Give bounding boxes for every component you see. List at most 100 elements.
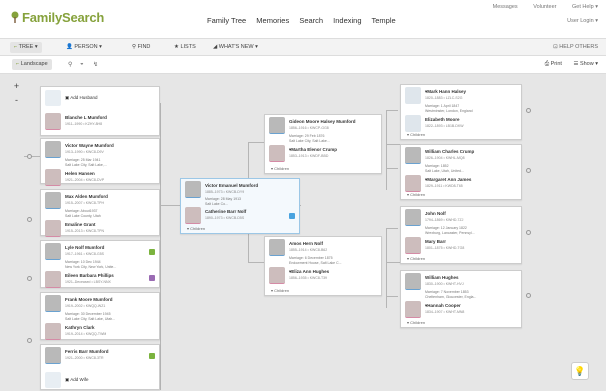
person-name: Victor Wayne Mumford	[65, 143, 114, 148]
person-emaline[interactable]: Emaline Grant 1915–2013 • KWC8-TPN	[41, 218, 159, 240]
nav-temple[interactable]: Temple	[371, 16, 395, 25]
male-avatar-icon	[45, 243, 61, 260]
children-toggle[interactable]: ▾ Children	[407, 320, 425, 325]
male-avatar-icon	[45, 192, 61, 209]
male-avatar-icon	[269, 117, 285, 134]
print-button[interactable]: ⎙ Print	[545, 61, 562, 67]
nav-family-tree[interactable]: Family Tree	[207, 16, 246, 25]
person-kathryn[interactable]: Kathryn Clark 1919–2014 • KWQQ-TWM	[41, 321, 159, 343]
person-hannah[interactable]: ▾Hannah Cooper 1834–1907 • KWHT-MN8	[401, 299, 521, 321]
person-name: ▾Mark Hann Halsey	[425, 89, 466, 95]
person-name: Helen Hansen	[65, 171, 95, 176]
descendancy-icon[interactable]: ◒	[80, 61, 84, 67]
tree-menu-button[interactable]: ⌐ TREE ▾	[10, 42, 42, 53]
person-dates: 1834–1907 • KWHT-MN8	[425, 310, 465, 314]
focus-family-card: Victor Emanuel Mumford 1885–1973 • KWCB-…	[180, 178, 300, 234]
person-ferris[interactable]: Ferris Barr Mumford 1921–2000 • KWC8-3TR	[41, 345, 159, 367]
lists-button[interactable]: ★ LISTS	[174, 44, 196, 50]
nav-memories[interactable]: Memories	[256, 16, 289, 25]
family-card: Victor Wayne Mumford 1913–1990 • KWC8-D9…	[40, 138, 160, 186]
children-label: Children	[410, 320, 426, 325]
person-name-text: Eliza Ann Hughes	[291, 269, 330, 274]
top-header: FamilySearch Family Tree Memories Search…	[0, 0, 606, 38]
record-hint-icon[interactable]	[149, 249, 155, 255]
nav-indexing[interactable]: Indexing	[333, 16, 361, 25]
children-label: Children	[410, 192, 426, 197]
expand-dot[interactable]	[27, 154, 32, 159]
portrait-icon[interactable]: ↯	[93, 61, 98, 68]
children-toggle[interactable]: ▾ Children	[407, 192, 425, 197]
person-martha[interactable]: ▾Martha Elenor Crump 1853–1913 • KWDF-BB…	[265, 143, 381, 165]
children-toggle[interactable]: ▾ Children	[187, 226, 205, 231]
user-login-link[interactable]: User Login ▾	[479, 18, 598, 24]
add-wife-row[interactable]: ▣ Add Wife	[41, 369, 159, 391]
temple-icon[interactable]	[289, 213, 295, 219]
add-husband-link[interactable]: ▣ Add Husband	[65, 95, 98, 101]
female-avatar-icon	[45, 323, 61, 340]
male-avatar-icon	[269, 239, 285, 256]
person-name: Emaline Grant	[65, 222, 96, 227]
female-avatar-icon	[45, 271, 61, 288]
person-mary[interactable]: Mary Barr 1801–1875 • KWHD-TG8	[401, 235, 521, 257]
person-name: Catherine Barr Nolf	[205, 209, 247, 214]
expand-dot[interactable]	[526, 293, 531, 298]
zoom-in-button[interactable]: +	[12, 82, 21, 91]
connector-line	[248, 262, 264, 263]
show-button[interactable]: ☰ Show ▾	[573, 61, 598, 67]
person-dates: 1913–1990 • KWC8-D9V	[65, 150, 104, 154]
add-husband-row[interactable]: ▣ Add Husband	[41, 87, 159, 109]
person-name-text: Hannah Cooper	[427, 303, 461, 308]
family-card: Max Alden Mumford 1915–2007 • KWC8-TPH M…	[40, 189, 160, 237]
utility-nav: Messages Volunteer Get Help ▾ User Login…	[479, 4, 598, 24]
whats-new-button[interactable]: ◢ WHAT'S NEW ▾	[213, 44, 258, 50]
person-helen[interactable]: Helen Hansen 1921–2004 • KWC8-DVP	[41, 167, 159, 189]
expand-dot[interactable]	[27, 276, 32, 281]
person-menu-button[interactable]: 👤 PERSON ▾	[66, 44, 102, 50]
expand-dot[interactable]	[526, 108, 531, 113]
add-husband-label: Add Husband	[70, 95, 98, 100]
children-toggle[interactable]: ▾ Children	[407, 256, 425, 261]
messages-link[interactable]: Messages	[493, 4, 518, 10]
get-help-link[interactable]: Get Help ▾	[572, 4, 598, 10]
print-show-controls: ⎙ Print ☰ Show ▾	[545, 61, 598, 68]
children-toggle[interactable]: ▾ Children	[271, 166, 289, 171]
person-name: Amos Hern Nolf	[289, 241, 324, 246]
find-button[interactable]: ⚲ FIND	[132, 44, 150, 50]
chevron-down-icon: ▾	[407, 320, 410, 325]
expand-dot[interactable]	[526, 168, 531, 173]
expand-dot[interactable]	[526, 230, 531, 235]
expand-dot[interactable]	[27, 217, 32, 222]
nav-search[interactable]: Search	[299, 16, 323, 25]
person-blanche[interactable]: Blanche L Mumford 1911–1990 • KZHY-8H8	[41, 111, 159, 133]
fan-chart-icon[interactable]: ⚲	[68, 61, 72, 68]
person-name: Eileen Barbara Phillips	[65, 273, 114, 278]
person-name: William Hughes	[425, 275, 459, 280]
lists-label: LISTS	[180, 44, 196, 50]
add-wife-link[interactable]: ▣ Add Wife	[65, 377, 89, 383]
male-avatar-icon	[45, 347, 61, 364]
volunteer-link[interactable]: Volunteer	[533, 4, 556, 10]
person-dates: 1911–1990 • KZHY-8H8	[65, 122, 103, 126]
children-toggle[interactable]: ▾ Children	[271, 288, 289, 293]
chevron-down-icon: ▾	[187, 226, 190, 231]
children-toggle[interactable]: ▾ Children	[407, 132, 425, 137]
help-others-button[interactable]: ⊡ HELP OTHERS	[553, 44, 598, 50]
record-hint-icon[interactable]	[149, 353, 155, 359]
lightbulb-icon[interactable]: 💡	[571, 362, 589, 380]
person-eliza[interactable]: ▾Eliza Ann Hughes 1856–1935 • KWC8-T39	[265, 265, 381, 287]
megaphone-icon: ◢	[213, 44, 218, 50]
female-avatar-icon	[45, 220, 61, 237]
person-catherine[interactable]: Catherine Barr Nolf 1890–1973 • KWCB-D5S	[181, 205, 299, 227]
find-label: FIND	[137, 44, 151, 50]
zoom-out-button[interactable]: -	[12, 96, 21, 105]
research-suggestion-icon[interactable]	[149, 275, 155, 281]
main-nav: Family Tree Memories Search Indexing Tem…	[207, 16, 404, 25]
familysearch-logo[interactable]: FamilySearch	[10, 10, 104, 25]
person-name: ▾Hannah Cooper	[425, 303, 461, 309]
person-eileen[interactable]: Eileen Barbara Phillips 1921–Deceased • …	[41, 269, 159, 291]
expand-dot[interactable]	[27, 338, 32, 343]
person-dates: 1820–1883 • LZLC-S2G	[425, 96, 463, 100]
landscape-view-button[interactable]: ⌐ Landscape	[12, 59, 52, 70]
connector-line	[386, 228, 398, 229]
person-name: Blanche L Mumford	[65, 115, 107, 120]
